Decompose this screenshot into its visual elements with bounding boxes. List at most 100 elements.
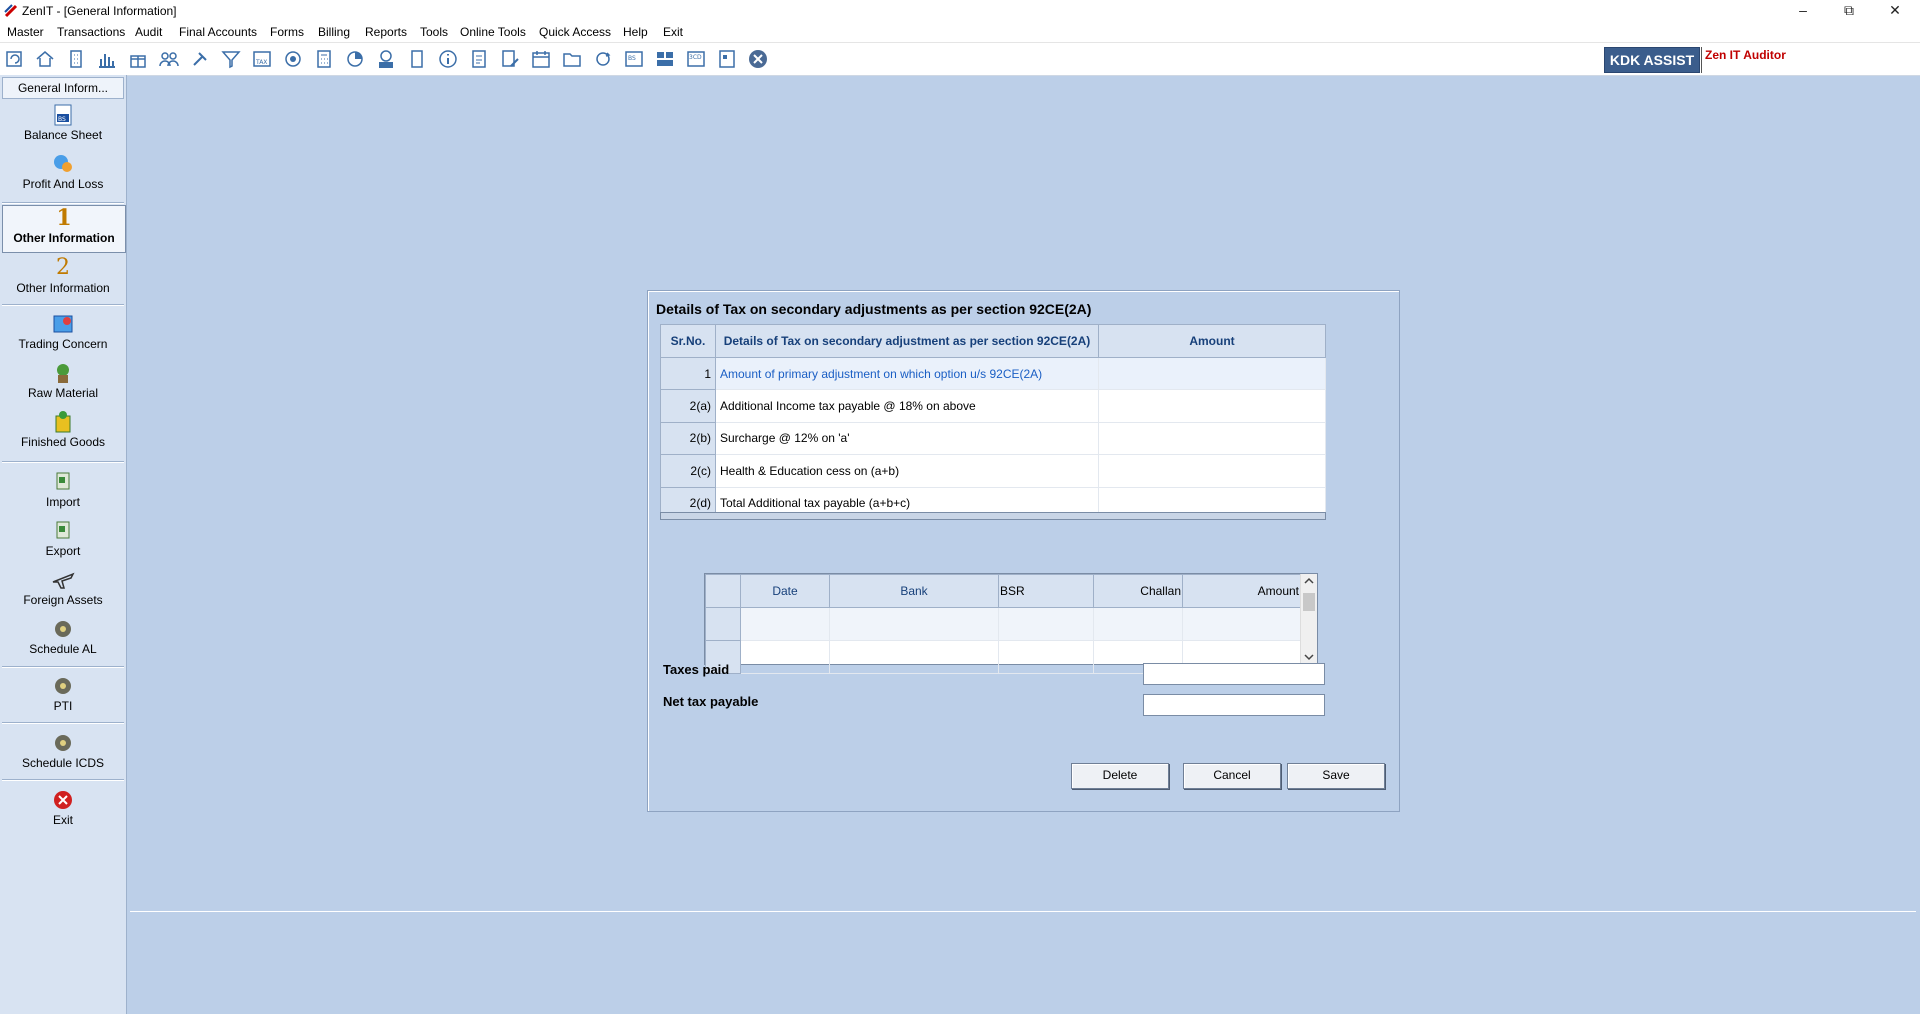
vertical-scrollbar[interactable]	[1300, 574, 1317, 664]
menu-tools[interactable]: Tools	[420, 25, 448, 39]
row-amount-cell[interactable]	[1098, 389, 1326, 423]
sidebar-item-trading-concern[interactable]: Trading Concern	[2, 312, 124, 351]
sidebar-item-foreign-assets[interactable]: Foreign Assets	[2, 568, 124, 607]
row-amount-cell[interactable]	[1098, 454, 1326, 488]
sidebar-item-finished-goods[interactable]: Finished Goods	[2, 410, 124, 449]
menu-bar: Master Transactions Audit Final Accounts…	[0, 22, 1920, 43]
menu-forms[interactable]: Forms	[270, 25, 304, 39]
airplane-icon	[52, 572, 75, 589]
home-icon[interactable]	[34, 49, 56, 69]
bsr-cell[interactable]	[998, 607, 1094, 641]
pay-icon[interactable]	[375, 49, 397, 69]
taxes-paid-field[interactable]	[1143, 663, 1325, 685]
menu-billing[interactable]: Billing	[318, 25, 350, 39]
sidebar-item-label: Profit And Loss	[22, 177, 104, 191]
refresh-icon[interactable]	[4, 49, 26, 69]
sidebar-item-import[interactable]: Import	[2, 470, 124, 509]
menu-exit[interactable]: Exit	[663, 25, 683, 39]
sidebar-item-other-information-1[interactable]: 1 Other Information	[2, 205, 126, 253]
sidebar-item-other-information-2[interactable]: 2 Other Information	[2, 256, 124, 296]
calendar-icon[interactable]	[530, 49, 552, 69]
column-header-bsr[interactable]: BSR	[998, 574, 1094, 608]
table-row[interactable]: 2(c) Health & Education cess on (a+b)	[660, 454, 1326, 488]
menu-reports[interactable]: Reports	[365, 25, 407, 39]
gavel-icon[interactable]	[189, 49, 211, 69]
table-row[interactable]: 2(b) Surcharge @ 12% on 'a'	[660, 421, 1326, 456]
menu-help[interactable]: Help	[623, 25, 648, 39]
table-row[interactable]	[705, 607, 1301, 641]
sidebar-item-exit[interactable]: Exit	[2, 788, 124, 827]
row-srno: 2(a)	[660, 389, 716, 423]
eye-icon[interactable]	[282, 49, 304, 69]
amount-cell[interactable]	[1182, 607, 1301, 641]
sidebar-item-schedule-icds[interactable]: Schedule ICDS	[2, 731, 124, 770]
zen-it-auditor-label[interactable]: Zen IT Auditor	[1705, 48, 1786, 62]
dashboard-icon[interactable]	[654, 49, 676, 69]
report-icon[interactable]	[468, 49, 490, 69]
trading-concern-icon	[53, 315, 73, 333]
column-header-date[interactable]: Date	[740, 574, 830, 608]
bsr-cell[interactable]	[998, 640, 1094, 674]
gift-icon[interactable]	[127, 49, 149, 69]
sidebar-header[interactable]: General Inform...	[2, 77, 124, 99]
sidebar-item-label: Schedule AL	[29, 642, 97, 656]
scrollbar-thumb[interactable]	[1303, 593, 1315, 611]
column-header-challan-amount[interactable]: Amount	[1182, 574, 1301, 608]
schedule-al-icon	[55, 621, 71, 637]
delete-button[interactable]: Delete	[1071, 763, 1169, 789]
bs-icon[interactable]: BS	[623, 49, 645, 69]
forms-icon[interactable]	[716, 49, 738, 69]
bank-cell[interactable]	[829, 607, 999, 641]
close-icon[interactable]	[747, 49, 769, 69]
menu-online-tools[interactable]: Online Tools	[460, 25, 526, 39]
kdk-assist-button[interactable]: KDK ASSIST	[1604, 47, 1700, 73]
restore-button[interactable]: ⧉	[1826, 0, 1872, 22]
challan-cell[interactable]	[1093, 607, 1183, 641]
building-icon[interactable]	[65, 49, 87, 69]
close-window-button[interactable]: ✕	[1872, 0, 1918, 22]
save-button[interactable]: Save	[1287, 763, 1385, 789]
calculator-icon[interactable]	[313, 49, 335, 69]
date-cell[interactable]	[740, 607, 830, 641]
sidebar-divider	[2, 779, 124, 781]
book-icon[interactable]	[406, 49, 428, 69]
cancel-button[interactable]: Cancel	[1183, 763, 1281, 789]
tax-details-table: Sr.No. Details of Tax on secondary adjus…	[660, 324, 1326, 521]
chevron-up-icon[interactable]	[1301, 574, 1317, 588]
menu-transactions[interactable]: Transactions	[57, 25, 125, 39]
sidebar-item-label: Balance Sheet	[23, 128, 103, 142]
bar-chart-icon[interactable]	[96, 49, 118, 69]
tax-icon[interactable]: TAX	[251, 49, 273, 69]
filter-icon[interactable]	[220, 49, 242, 69]
menu-audit[interactable]: Audit	[135, 25, 162, 39]
sync-icon[interactable]	[592, 49, 614, 69]
menu-quick-access[interactable]: Quick Access	[539, 25, 611, 39]
column-header-challan[interactable]: Challan	[1093, 574, 1183, 608]
bank-cell[interactable]	[829, 640, 999, 674]
sidebar-item-pti[interactable]: PTI	[2, 674, 124, 713]
table-row[interactable]: 2(a) Additional Income tax payable @ 18%…	[660, 389, 1326, 423]
row-amount-cell[interactable]	[1098, 356, 1326, 391]
table-row[interactable]: 1 Amount of primary adjustment on which …	[660, 356, 1326, 391]
sidebar-item-raw-material[interactable]: Raw Material	[2, 361, 124, 400]
menu-final-accounts[interactable]: Final Accounts	[179, 25, 257, 39]
sidebar-item-export[interactable]: Export	[2, 519, 124, 558]
column-header-bank[interactable]: Bank	[829, 574, 999, 608]
minimize-button[interactable]: –	[1780, 0, 1826, 22]
info-icon[interactable]	[437, 49, 459, 69]
pie-chart-icon[interactable]	[344, 49, 366, 69]
sidebar-item-profit-and-loss[interactable]: Profit And Loss	[2, 152, 124, 191]
menu-master[interactable]: Master	[7, 25, 44, 39]
net-tax-payable-field[interactable]	[1143, 694, 1325, 716]
edit-document-icon[interactable]	[499, 49, 521, 69]
folder-icon[interactable]	[561, 49, 583, 69]
3cd-icon[interactable]: 3CD	[685, 49, 707, 69]
sidebar-item-label: Raw Material	[27, 386, 99, 400]
sidebar-item-schedule-al[interactable]: Schedule AL	[2, 617, 124, 656]
row-amount-cell[interactable]	[1098, 421, 1326, 456]
sidebar-item-label: Exit	[52, 813, 73, 827]
date-cell[interactable]	[740, 640, 830, 674]
users-icon[interactable]	[158, 49, 180, 69]
sidebar-item-balance-sheet[interactable]: BS Balance Sheet	[2, 103, 124, 142]
chevron-down-icon[interactable]	[1301, 650, 1317, 664]
